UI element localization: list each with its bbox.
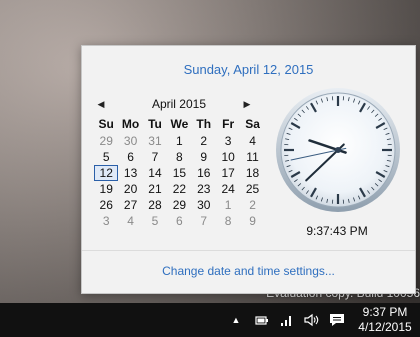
notifications-icon[interactable] [328, 312, 346, 328]
calendar-day[interactable]: 5 [94, 149, 118, 165]
calendar-day[interactable]: 20 [118, 181, 142, 197]
calendar-day[interactable]: 22 [167, 181, 191, 197]
taskbar-clock[interactable]: 9:37 PM 4/12/2015 [354, 305, 416, 335]
calendar-day[interactable]: 31 [143, 133, 167, 149]
analog-clock [274, 86, 402, 214]
calendar-day[interactable]: 30 [118, 133, 142, 149]
calendar-header: ◀ April 2015 ▶ [94, 96, 264, 114]
calendar-day[interactable]: 6 [118, 149, 142, 165]
month-title[interactable]: April 2015 [94, 97, 264, 111]
calendar-day[interactable]: 19 [94, 181, 118, 197]
calendar-day[interactable]: 2 [192, 133, 216, 149]
calendar-day[interactable]: 17 [216, 165, 240, 181]
calendar-day[interactable]: 18 [240, 165, 264, 181]
weekday-header: Fr [222, 117, 235, 131]
calendar-day[interactable]: 25 [240, 181, 264, 197]
chevron-up-icon[interactable]: ▲ [231, 312, 241, 328]
calendar: ◀ April 2015 ▶ Su Mo Tu We Th Fr Sa 29 30 31 1 2 3 4 5… [94, 96, 264, 229]
network-icon[interactable] [280, 312, 294, 328]
weekday-header: We [170, 117, 189, 131]
triangle-right-icon[interactable]: ▶ [240, 97, 254, 111]
calendar-day[interactable]: 6 [167, 213, 191, 229]
calendar-day[interactable]: 1 [167, 133, 191, 149]
calendar-day[interactable]: 30 [192, 197, 216, 213]
calendar-day[interactable]: 3 [94, 213, 118, 229]
taskbar-date: 4/12/2015 [358, 320, 412, 334]
calendar-day[interactable]: 7 [192, 213, 216, 229]
weekday-header: Tu [148, 117, 162, 131]
date-time-flyout: Sunday, April 12, 2015 ◀ April 2015 ▶ Su… [81, 45, 416, 294]
calendar-day[interactable]: 21 [143, 181, 167, 197]
calendar-day[interactable]: 9 [240, 213, 264, 229]
volume-icon[interactable] [303, 312, 321, 328]
calendar-day[interactable]: 3 [216, 133, 240, 149]
calendar-day[interactable]: 23 [192, 181, 216, 197]
weekday-header: Su [98, 117, 114, 131]
weekday-header: Sa [245, 117, 260, 131]
calendar-day[interactable]: 8 [167, 149, 191, 165]
calendar-day[interactable]: 1 [216, 197, 240, 213]
calendar-day[interactable]: 13 [118, 165, 142, 181]
calendar-day[interactable]: 28 [143, 197, 167, 213]
divider [82, 250, 415, 251]
change-date-time-settings-link[interactable]: Change date and time settings... [82, 264, 415, 278]
weekday-header: Mo [121, 117, 140, 131]
power-icon[interactable] [254, 312, 270, 328]
calendar-day[interactable]: 14 [143, 165, 167, 181]
calendar-day[interactable]: 26 [94, 197, 118, 213]
calendar-day[interactable]: 29 [167, 197, 191, 213]
calendar-day[interactable]: 10 [216, 149, 240, 165]
digital-time: 9:37:43 PM [306, 224, 368, 238]
calendar-day-today[interactable]: 12 [94, 165, 119, 181]
calendar-day[interactable]: 8 [216, 213, 240, 229]
calendar-grid: Su Mo Tu We Th Fr Sa 29 30 31 1 2 3 4 5 6 7 8 9 10 11 12 13 14 1… [94, 117, 264, 229]
calendar-day[interactable]: 11 [240, 149, 264, 165]
calendar-day[interactable]: 16 [192, 165, 216, 181]
weekday-header: Th [196, 117, 212, 131]
taskbar-time: 9:37 PM [362, 305, 408, 319]
calendar-day[interactable]: 27 [118, 197, 142, 213]
calendar-day[interactable]: 4 [118, 213, 142, 229]
calendar-day[interactable]: 7 [143, 149, 167, 165]
calendar-day[interactable]: 9 [192, 149, 216, 165]
long-date-header[interactable]: Sunday, April 12, 2015 [82, 62, 415, 77]
calendar-day[interactable]: 5 [143, 213, 167, 229]
calendar-day[interactable]: 4 [240, 133, 264, 149]
taskbar: ▲ 9:37 PM 4/12/2015 [0, 303, 420, 337]
calendar-day[interactable]: 2 [240, 197, 264, 213]
calendar-day[interactable]: 24 [216, 181, 240, 197]
calendar-day[interactable]: 29 [94, 133, 118, 149]
calendar-day[interactable]: 15 [167, 165, 191, 181]
